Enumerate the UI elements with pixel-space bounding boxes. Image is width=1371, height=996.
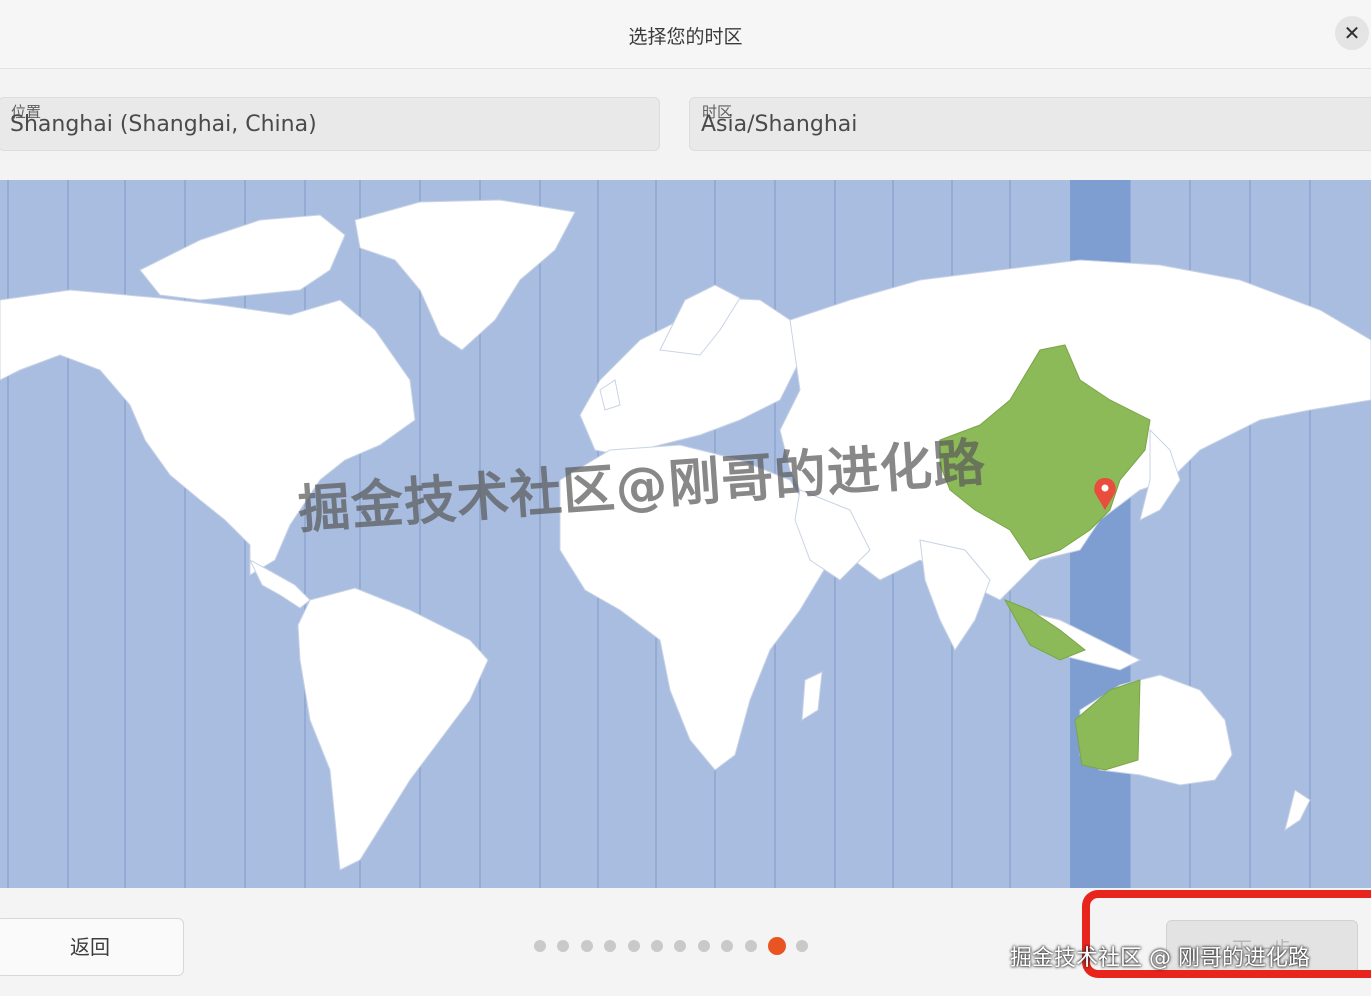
- back-button[interactable]: 返回: [0, 918, 184, 976]
- step-dot: [674, 940, 687, 952]
- timezone-field[interactable]: 时区 Asia/Shanghai: [689, 97, 1371, 151]
- location-input[interactable]: Shanghai (Shanghai, China): [10, 112, 317, 137]
- madagascar: [801, 671, 823, 721]
- step-dot: [697, 940, 710, 952]
- step-dot-current: [767, 937, 786, 955]
- new-zealand: [1284, 789, 1311, 832]
- timezone-input[interactable]: Asia/Shanghai: [701, 112, 857, 137]
- close-button[interactable]: ✕: [1335, 16, 1369, 50]
- step-dot: [650, 940, 663, 952]
- step-indicator: [534, 934, 819, 958]
- step-dot: [795, 940, 808, 952]
- step-dot: [627, 940, 640, 952]
- central-america: [248, 558, 311, 609]
- timezone-map[interactable]: [0, 180, 1371, 888]
- step-dot: [721, 940, 734, 952]
- step-dot: [534, 940, 546, 952]
- window-title: 选择您的时区: [628, 26, 743, 48]
- greenland: [354, 199, 576, 351]
- location-field[interactable]: 位置 Shanghai (Shanghai, China): [0, 97, 660, 151]
- south-america: [297, 587, 489, 871]
- step-dot: [580, 940, 593, 952]
- corner-watermark: 掘金技术社区 @ 刚哥的进化路: [1010, 946, 1310, 971]
- close-icon: ✕: [1343, 21, 1361, 45]
- title-bar: 选择您的时区 ✕: [0, 0, 1371, 69]
- world-map-graphic: [0, 180, 1371, 888]
- step-dot: [744, 940, 757, 952]
- step-dot: [604, 940, 617, 952]
- arctic-islands: [139, 214, 346, 301]
- step-dot: [557, 940, 570, 952]
